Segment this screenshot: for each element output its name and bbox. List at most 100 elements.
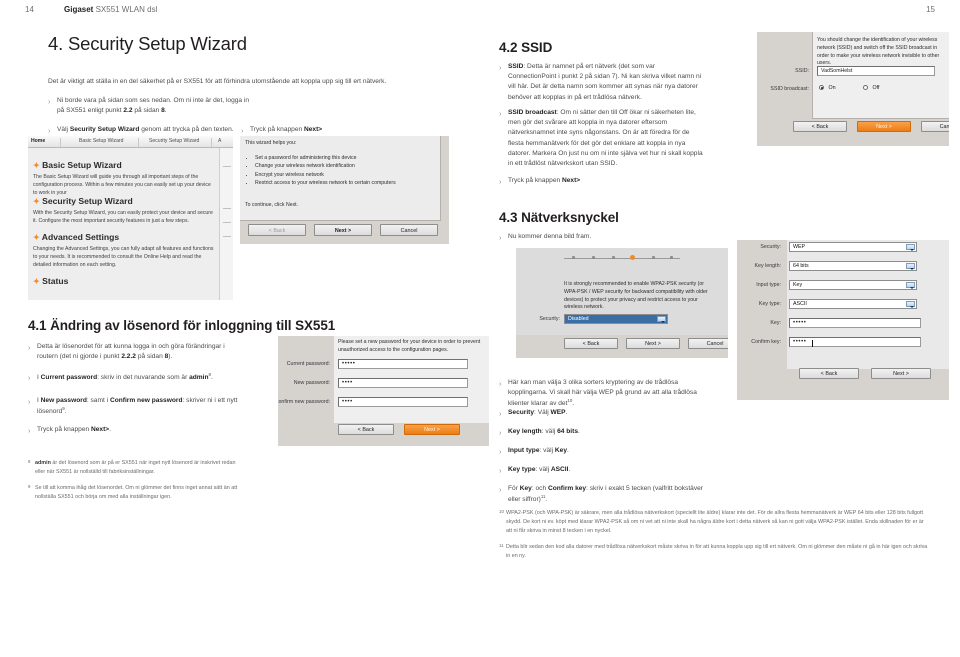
back-button[interactable]: < Back [248,224,306,236]
chevron-down-icon[interactable] [657,316,666,323]
ssid-b3-pre: Tryck på knappen [508,177,562,184]
next-button[interactable]: Next > [626,338,680,349]
text-caret [812,339,813,347]
cancel-button[interactable]: Cancel [688,338,728,349]
new-password-label: New password: [293,380,330,386]
intro-b2-bold: Security Setup Wizard [69,126,140,133]
footnote-11: 11 Detta blir sedan den kod alla datorer … [499,543,928,559]
wep-security-select[interactable]: WEP [789,242,917,252]
intro-b3-pre: Tryck på knappen [250,126,304,133]
tab-divider [138,138,139,147]
wep-keytype-select[interactable]: ASCII [789,299,917,309]
netkey-bullet-key: För Key: och Confirm key: skriv i exakt … [499,484,704,506]
wizard-bullet: Encrypt your wireless network [255,171,440,179]
confirm-password-value: •••• [342,399,353,405]
intro-paragraph: Det är viktigt att ställa in en del säke… [48,78,387,85]
back-button[interactable]: < Back [793,121,847,132]
ssid-broadcast-radio-off[interactable]: Off [863,85,879,91]
chevron-down-icon[interactable] [906,244,915,251]
next-button[interactable]: Next > [871,368,931,379]
wep-row-label: Key: [770,320,781,326]
wep-key-value: ••••• [793,320,807,326]
sidebar-line [223,166,231,167]
router-tab-advanced[interactable]: A [218,138,221,144]
intro-bullet-next: Tryck på knappen Next> [241,124,441,136]
wep-confirm-key-value: ••••• [793,339,807,345]
router-heading-advanced: ✦ Advanced Settings [33,232,120,242]
chevron-down-icon[interactable] [906,263,915,270]
router-tab-home[interactable]: Home [31,138,45,144]
wep-key-input[interactable]: ••••• [789,318,921,328]
radio-on-icon [819,85,824,90]
router-heading-basic: ✦ Basic Setup Wizard [33,160,122,170]
password-bullet-current: I Current password: skriv in det nuvaran… [28,371,242,383]
ssid-broadcast-radio-on[interactable]: On [819,85,836,91]
ssid-bullet-text: : Detta är namnet på ert nätverk (det so… [508,63,702,101]
wep-keytype-value: ASCII [793,300,807,307]
router-text-basic: The Basic Setup Wizard will guide you th… [33,174,211,196]
intro-bullet-login: Ni borde vara på sidan som ses nedan. Om… [48,95,254,116]
security-field-label: Security: [539,316,560,322]
confirm-password-field[interactable]: •••• [338,397,468,407]
wep-inputtype-value: Key [793,281,803,288]
sidebar-line [223,236,231,237]
cancel-button[interactable]: Cancel [380,224,438,236]
screenshot-security-dialog: It is strongly recommended to enable WPA… [516,248,728,358]
wep-confirm-key-input[interactable]: ••••• [789,337,921,347]
intro-b2-pre: Välj [57,126,70,133]
intro-b2-post: genom att trycka på den texten. [139,126,234,133]
ref-page: 8 [161,107,165,115]
next-button[interactable]: Next > [314,224,372,236]
back-button[interactable]: < Back [564,338,618,349]
netkey-bullet-security: Security: Välj WEP. [499,407,704,419]
router-tab-basic-setup[interactable]: Basic Setup Wizard [79,138,123,144]
back-button[interactable]: < Back [338,424,394,435]
password-bullet-next: Tryck på knappen Next>. [28,424,242,436]
new-password-value: •••• [342,380,353,386]
wep-inputtype-select[interactable]: Key [789,280,917,290]
router-tabbar: Home Basic Setup Wizard Security Setup W… [28,136,233,148]
wizard-bullet: Restrict access to your wireless network… [255,179,440,187]
wep-row-label: Key length: [754,263,781,269]
ssid-input[interactable]: VadSomHelst [817,66,935,76]
cancel-button[interactable]: Cancel [921,121,949,132]
radio-off-icon [863,85,868,90]
netkey-bullet-keylength: Key length: välj 64 bits. [499,426,704,438]
running-title: Gigaset SX551 WLAN dsl [64,5,157,14]
running-title-rest: SX551 WLAN dsl [93,5,158,14]
current-password-field[interactable]: ••••• [338,359,468,369]
password-dialog-intro: Please set a new password for your devic… [338,339,481,353]
next-button[interactable]: Next > [404,424,460,435]
security-dialog-intro: It is strongly recommended to enable WPA… [564,281,708,311]
radio-off-label: Off [872,85,880,91]
wizard-bullet: Change your wireless network identificat… [255,162,440,170]
security-select[interactable]: Disabled [564,314,668,324]
ref-point: 2.2 [123,107,133,115]
wep-row-label: Confirm key: [751,339,781,345]
chevron-down-icon[interactable] [906,282,915,289]
ssid-input-value: VadSomHelst [821,67,853,74]
netkey-bullet-keytype: Key type: välj ASCII. [499,464,704,476]
ssid-bullet-label: SSID [508,63,524,70]
confirm-password-label: Confirm new password: [278,399,330,405]
router-tab-security-setup[interactable]: Security Setup Wizard [149,138,199,144]
router-content: ✦ Basic Setup Wizard The Basic Setup Wiz… [28,148,233,300]
section-heading-password: 4.1 Ändring av lösenord för inloggning t… [28,318,336,333]
wizard-lead-text: This wizard helps you: [245,140,297,146]
wep-keylength-select[interactable]: 64 bits [789,261,917,271]
back-button[interactable]: < Back [799,368,859,379]
tab-divider [211,138,212,147]
intro-b3-bold: Next> [304,126,323,133]
next-button[interactable]: Next > [857,121,911,132]
ssid-field-label: SSID: [795,68,809,74]
router-text-advanced: Changing the Advanced Settings, you can … [33,246,214,268]
screenshot-router-home: Home Basic Setup Wizard Security Setup W… [28,136,233,300]
wizard-footer-text: To continue, click Next. [245,202,299,208]
password-bullet-intro: Detta är lösenordet för att kunna logga … [28,341,242,362]
wep-row-label: Key type: [758,301,781,307]
netkey-bullet-encryption: Här kan man välja 3 olika sorters krypte… [499,378,704,410]
page-title: 4. Security Setup Wizard [48,33,247,54]
chevron-down-icon[interactable] [906,301,915,308]
screenshot-ssid-dialog: You should change the identification of … [757,32,949,146]
new-password-field[interactable]: •••• [338,378,468,388]
